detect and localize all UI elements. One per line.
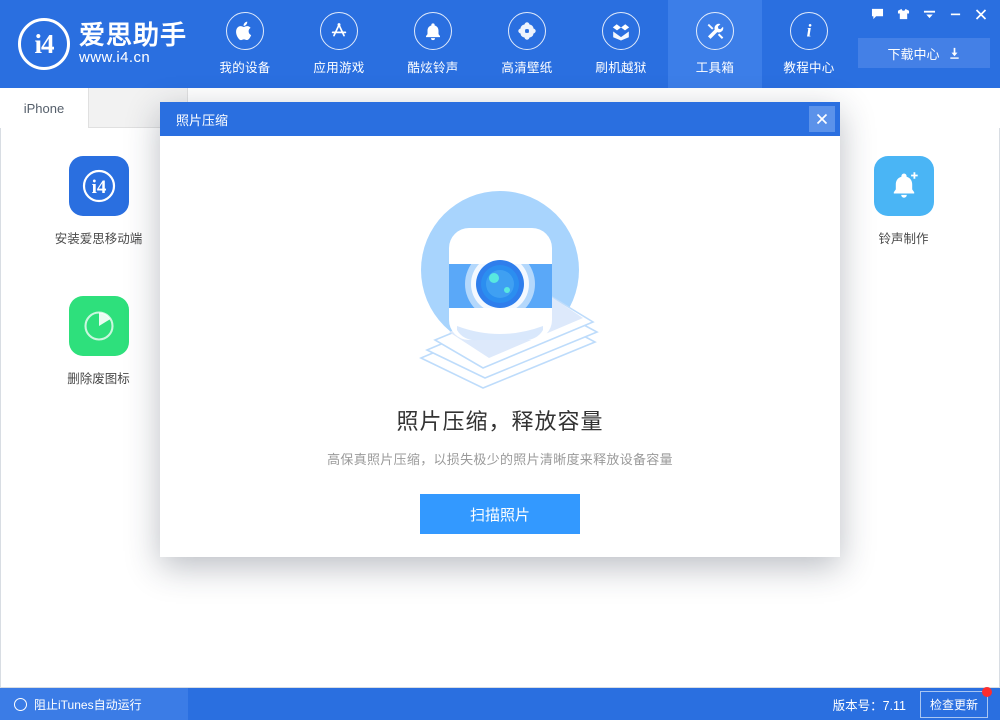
dialog-subtitle: 高保真照片压缩，以损失极少的照片清晰度来释放设备容量: [327, 449, 673, 468]
nav-label: 应用游戏: [313, 57, 364, 76]
brand-name: 爱思助手: [79, 22, 187, 49]
tool-label: 安装爱思移动端: [55, 228, 143, 247]
nav-item-toolbox[interactable]: 工具箱: [668, 0, 762, 88]
nav-label: 刷机越狱: [595, 57, 646, 76]
main-nav: 我的设备 应用游戏 酷炫铃声 高清壁纸: [198, 0, 856, 88]
scan-photos-button[interactable]: 扫描照片: [420, 494, 580, 534]
brand-url: www.i4.cn: [79, 50, 187, 66]
dialog-title: 照片压缩: [176, 110, 228, 129]
logo-mark-text: i4: [34, 29, 53, 60]
window-controls: [864, 2, 994, 26]
flower-icon: [508, 12, 546, 50]
update-badge-dot: [982, 687, 992, 697]
minimize-icon[interactable]: [942, 3, 968, 25]
tab-iphone[interactable]: iPhone: [0, 88, 88, 128]
apple-icon: [226, 12, 264, 50]
tab-iphone-label: iPhone: [24, 101, 64, 116]
dialog-titlebar: 照片压缩: [160, 102, 840, 136]
svg-text:i: i: [807, 21, 812, 41]
block-itunes-toggle[interactable]: 阻止iTunes自动运行: [0, 688, 188, 720]
nav-label: 高清壁纸: [501, 57, 552, 76]
tool-install-i4-mobile[interactable]: i4 安装爱思移动端: [44, 156, 154, 296]
check-update-label: 检查更新: [930, 698, 978, 712]
i4-app-icon: i4: [69, 156, 129, 216]
remove-icon-icon: [69, 296, 129, 356]
app-logo[interactable]: i4 爱思助手 www.i4.cn: [18, 18, 187, 70]
app-header: i4 爱思助手 www.i4.cn 我的设备 应用游戏: [0, 0, 1000, 88]
tool-label: 铃声制作: [878, 228, 928, 247]
dialog-body: 照片压缩，释放容量 高保真照片压缩，以损失极少的照片清晰度来释放设备容量 扫描照…: [160, 136, 840, 557]
version-label: 版本号：7.11: [833, 695, 906, 714]
ringtone-maker-icon: [874, 156, 934, 216]
tools-icon: [696, 12, 734, 50]
nav-item-ringtones[interactable]: 酷炫铃声: [386, 0, 480, 88]
nav-label: 酷炫铃声: [407, 57, 458, 76]
tool-ringtone-maker[interactable]: 铃声制作: [849, 156, 959, 296]
nav-label: 工具箱: [696, 57, 734, 76]
status-bar: 阻止iTunes自动运行 版本号：7.11 检查更新: [0, 688, 1000, 720]
info-icon: i: [790, 12, 828, 50]
nav-item-wallpapers[interactable]: 高清壁纸: [480, 0, 574, 88]
feedback-icon[interactable]: [864, 3, 890, 25]
box-icon: [602, 12, 640, 50]
bell-icon: [414, 12, 452, 50]
menu-icon[interactable]: [916, 3, 942, 25]
dialog-close-icon[interactable]: [809, 106, 835, 132]
app-window: i4 爱思助手 www.i4.cn 我的设备 应用游戏: [0, 0, 1000, 720]
appstore-icon: [320, 12, 358, 50]
nav-item-flash-jailbreak[interactable]: 刷机越狱: [574, 0, 668, 88]
svg-text:i4: i4: [91, 177, 106, 198]
tool-remove-waste-icons[interactable]: 删除废图标: [44, 296, 154, 436]
download-center-button[interactable]: 下载中心: [858, 38, 990, 68]
dialog-heading: 照片压缩，释放容量: [396, 404, 603, 436]
status-right-group: 版本号：7.11 检查更新: [833, 688, 988, 720]
skin-icon[interactable]: [890, 3, 916, 25]
nav-item-my-device[interactable]: 我的设备: [198, 0, 292, 88]
nav-label: 我的设备: [219, 57, 270, 76]
close-icon[interactable]: [968, 3, 994, 25]
logo-text-block: 爱思助手 www.i4.cn: [79, 22, 187, 65]
camera-photos-illustration: [397, 180, 603, 392]
block-itunes-label: 阻止iTunes自动运行: [34, 696, 142, 713]
logo-mark-icon: i4: [18, 18, 70, 70]
download-center-label: 下载中心: [887, 44, 939, 63]
download-icon: [948, 47, 961, 60]
nav-item-apps-games[interactable]: 应用游戏: [292, 0, 386, 88]
nav-label: 教程中心: [783, 57, 834, 76]
radio-icon[interactable]: [14, 698, 27, 711]
check-update-button[interactable]: 检查更新: [920, 691, 988, 718]
tool-label: 删除废图标: [67, 368, 130, 387]
photo-compress-dialog: 照片压缩: [160, 102, 840, 557]
nav-item-tutorials[interactable]: i 教程中心: [762, 0, 856, 88]
